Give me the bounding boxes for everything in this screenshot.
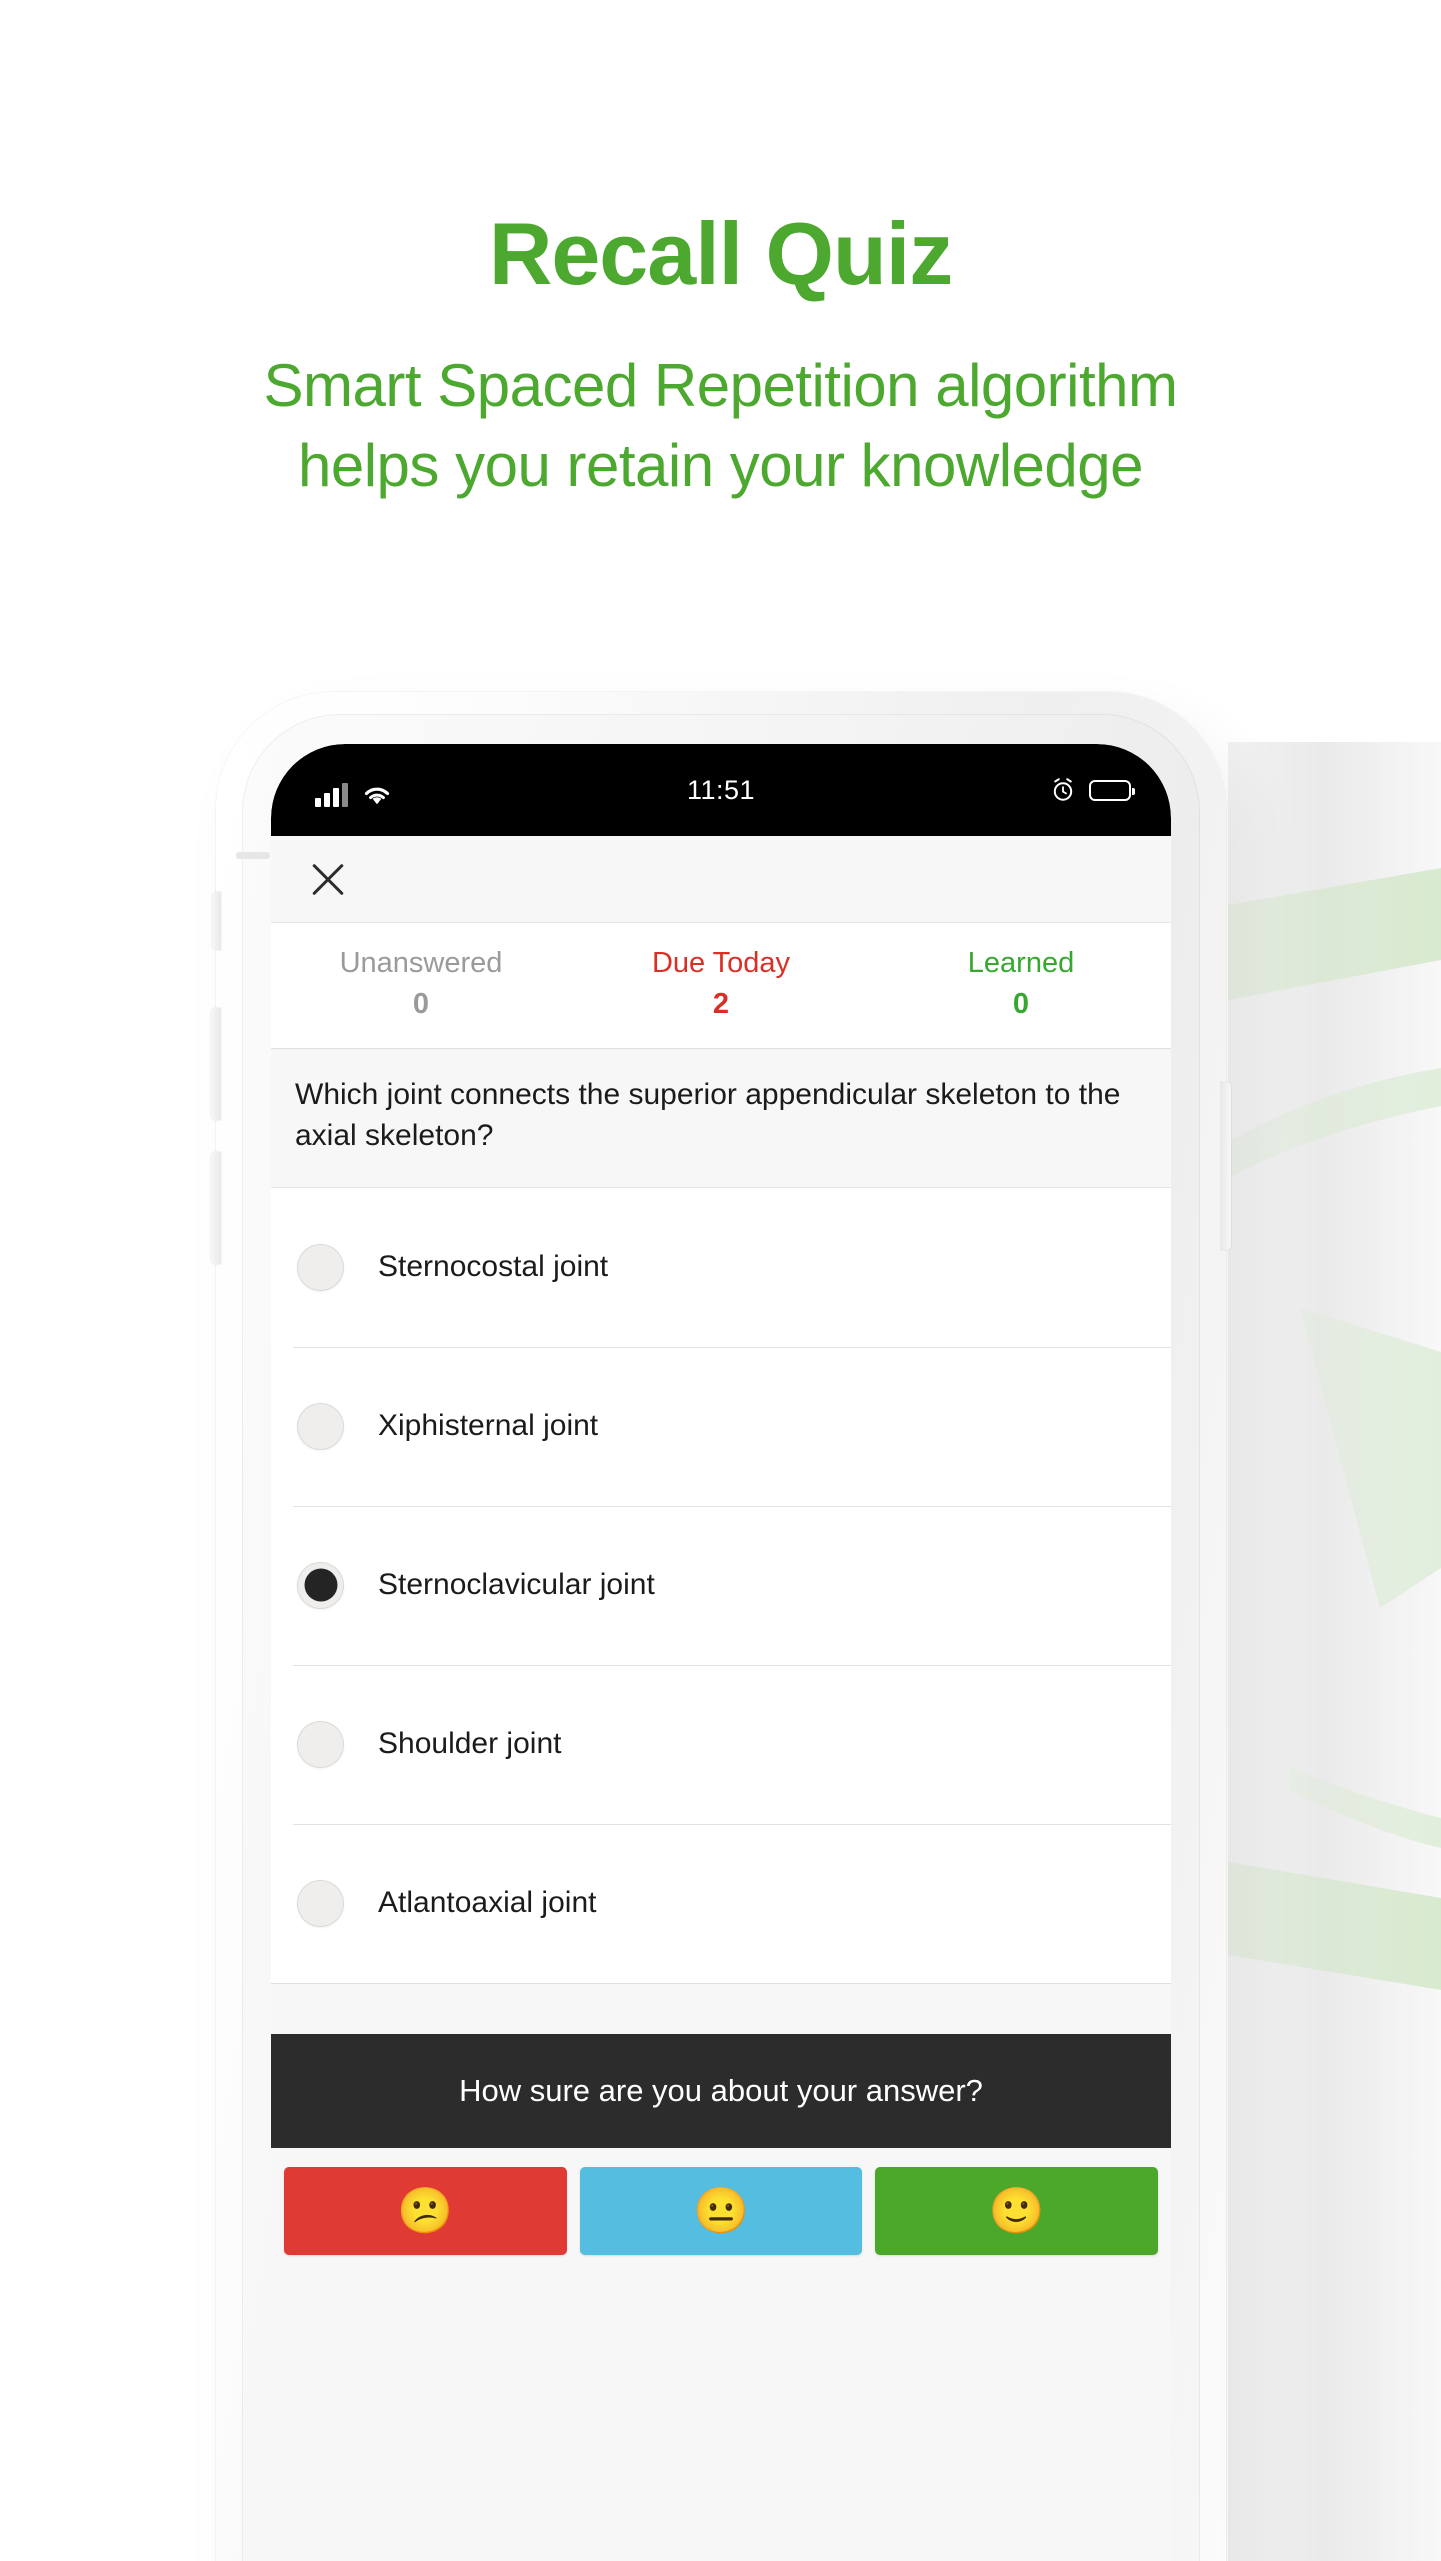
status-bar: 11:51 — [271, 744, 1171, 836]
power-button[interactable] — [1221, 1082, 1231, 1250]
answer-option[interactable]: Atlantoaxial joint — [271, 1823, 1171, 1983]
answer-option-label: Sternoclavicular joint — [378, 1568, 655, 1602]
battery-icon — [1089, 779, 1135, 801]
confused-face-icon: 😕 — [397, 2185, 454, 2237]
page-subtitle-line-2: helps you retain your knowledge — [297, 432, 1144, 500]
radio-button-icon[interactable] — [297, 1879, 344, 1927]
question-text: Which joint connects the superior append… — [295, 1077, 1121, 1152]
stat-learned[interactable]: Learned 0 — [871, 945, 1171, 1024]
silent-switch[interactable] — [212, 892, 221, 950]
close-icon[interactable] — [301, 852, 355, 906]
confidence-button-somewhat-sure[interactable]: 😐 — [579, 2166, 863, 2255]
confidence-button-not-sure[interactable]: 😕 — [284, 2166, 567, 2255]
question-container: Which joint connects the superior append… — [271, 1048, 1171, 1188]
answer-option[interactable]: Xiphisternal joint — [271, 1346, 1171, 1506]
confidence-prompt-text: How sure are you about your answer? — [459, 2072, 983, 2108]
stat-learned-label: Learned — [967, 947, 1075, 979]
status-bar-right — [1051, 777, 1135, 803]
answer-option-label: Xiphisternal joint — [378, 1409, 599, 1443]
phone-screen: 11:51 Unanswered 0 Due Today 2 Learned 0… — [271, 744, 1171, 2561]
answer-option[interactable]: Sternoclavicular joint — [271, 1505, 1171, 1665]
quiz-stats-bar: Unanswered 0 Due Today 2 Learned 0 — [271, 922, 1171, 1049]
volume-up-button[interactable] — [211, 1008, 221, 1120]
confidence-prompt-bar: How sure are you about your answer? — [271, 2033, 1171, 2148]
slightly-smiling-face-icon: 🙂 — [988, 2185, 1045, 2237]
quiz-app: Unanswered 0 Due Today 2 Learned 0 Which… — [271, 836, 1171, 2561]
answer-option[interactable]: Shoulder joint — [271, 1664, 1171, 1824]
neutral-face-icon: 😐 — [692, 2185, 750, 2237]
stat-due-today-value: 2 — [712, 988, 730, 1021]
volume-down-button[interactable] — [211, 1152, 221, 1264]
microphone-slit — [236, 852, 270, 859]
confidence-section: How sure are you about your answer? 😕 😐 … — [271, 2033, 1171, 2255]
confidence-button-sure[interactable]: 🙂 — [875, 2166, 1159, 2255]
stat-unanswered[interactable]: Unanswered 0 — [271, 945, 571, 1024]
page-title: Recall Quiz — [488, 204, 953, 303]
phone-mockup: 11:51 Unanswered 0 Due Today 2 Learned 0… — [211, 692, 1231, 2561]
answer-options-list: Sternocostal joint Xiphisternal joint St… — [271, 1187, 1171, 1984]
answer-option-label: Atlantoaxial joint — [378, 1886, 597, 1920]
radio-button-icon[interactable] — [297, 1243, 344, 1291]
stat-due-today-label: Due Today — [651, 947, 791, 979]
stat-learned-value: 0 — [1012, 988, 1030, 1021]
status-bar-clock: 11:51 — [686, 774, 756, 805]
answer-option[interactable]: Sternocostal joint — [271, 1188, 1171, 1347]
answer-option-label: Sternocostal joint — [378, 1250, 609, 1284]
stat-unanswered-value: 0 — [412, 988, 430, 1021]
alarm-clock-icon — [1053, 778, 1073, 801]
header: Recall Quiz Smart Spaced Repetition algo… — [0, 0, 1441, 506]
radio-button-selected-icon[interactable] — [297, 1561, 344, 1609]
app-topbar — [271, 836, 1171, 922]
page-subtitle: Smart Spaced Repetition algorithm helps … — [0, 346, 1441, 506]
answer-option-label: Shoulder joint — [378, 1727, 562, 1761]
page-subtitle-line-1: Smart Spaced Repetition algorithm — [263, 352, 1178, 420]
stat-due-today[interactable]: Due Today 2 — [571, 945, 871, 1024]
radio-button-icon[interactable] — [297, 1720, 344, 1768]
stat-unanswered-label: Unanswered — [339, 947, 503, 979]
promo-screenshot-page: Recall Quiz Smart Spaced Repetition algo… — [0, 0, 1441, 2561]
radio-button-icon[interactable] — [297, 1402, 344, 1450]
confidence-buttons: 😕 😐 🙂 — [271, 2148, 1171, 2255]
